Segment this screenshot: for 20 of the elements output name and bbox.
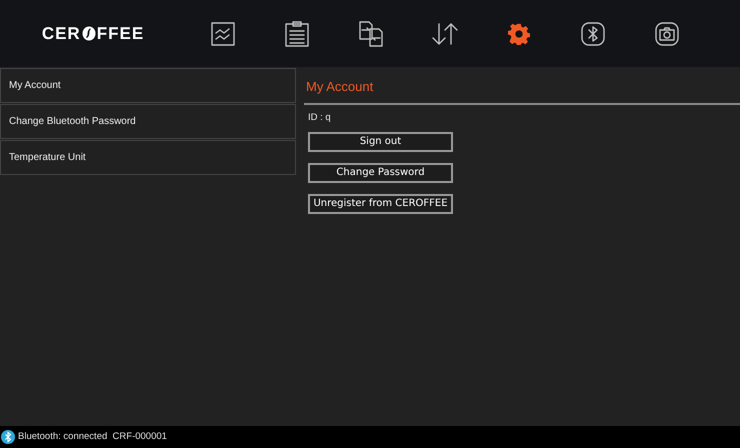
- gear-icon: [508, 22, 530, 44]
- section-title: My Account: [305, 78, 374, 96]
- documents-icon: [359, 20, 383, 46]
- account-button[interactable]: Sign out: [308, 132, 453, 152]
- account-button[interactable]: Change Password: [308, 162, 453, 183]
- bluetooth-icon: [581, 22, 605, 46]
- account-button[interactable]: Unregister from CEROFFEE: [308, 194, 453, 214]
- bluetooth-icon: [1, 430, 15, 444]
- sidebar-item[interactable]: Temperature Unit: [0, 140, 296, 175]
- logo-text: CER: [42, 22, 81, 45]
- sidebar-item[interactable]: My Account: [0, 68, 296, 103]
- up-down-arrows-icon: [432, 22, 458, 44]
- status-text: Bluetooth: connected CRF-000001: [18, 430, 167, 444]
- clipboard-icon: [285, 20, 309, 46]
- camera-icon: [655, 22, 679, 46]
- logo-text: FFEE: [96, 22, 144, 45]
- coffee-bean-icon: [82, 26, 96, 41]
- account-id: ID : q: [307, 110, 332, 124]
- line-chart-icon: [211, 22, 235, 46]
- sidebar-item[interactable]: Change Bluetooth Password: [0, 104, 296, 139]
